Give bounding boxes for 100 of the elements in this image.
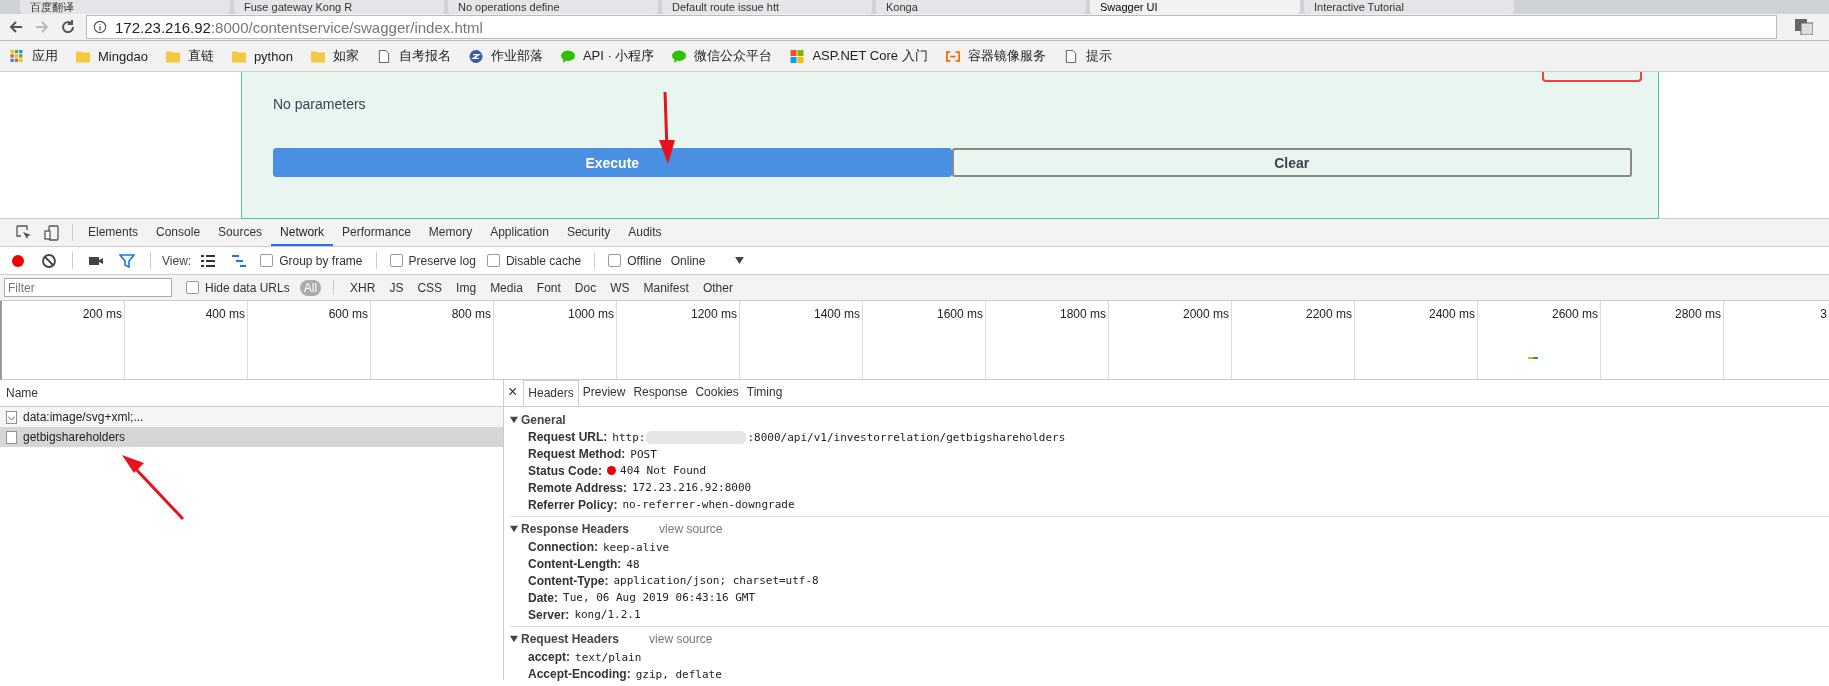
waterfall-view-icon[interactable] <box>231 252 248 269</box>
bookmark[interactable]: python <box>231 48 293 64</box>
devtools-tab[interactable]: Elements <box>79 219 148 246</box>
folder-icon <box>165 49 180 63</box>
timeline-tick: 2600 ms <box>1551 307 1598 321</box>
expand-triangle-icon[interactable] <box>510 415 518 424</box>
header-value: 404 Not Found <box>620 464 707 478</box>
filter-icon[interactable] <box>119 252 135 269</box>
header-value: keep-alive <box>603 540 670 554</box>
clear-icon[interactable] <box>41 252 57 269</box>
image-file-icon <box>6 410 17 424</box>
detail-tab[interactable]: Cookies <box>691 380 743 406</box>
list-view-icon[interactable] <box>200 252 217 269</box>
view-source-link[interactable]: view source <box>659 522 723 537</box>
bookmark[interactable]: 提示 <box>1063 47 1112 65</box>
section-title[interactable]: Response Headers <box>521 522 630 537</box>
bookmark[interactable]: ASP.NET Core 入门 <box>790 47 928 65</box>
header-name: Accept-Encoding: <box>528 667 631 682</box>
header-name: Request Method: <box>528 447 626 462</box>
bookmark[interactable]: 如家 <box>310 47 359 65</box>
header-name: Date: <box>528 590 558 605</box>
close-icon[interactable]: × <box>508 380 518 406</box>
devtools-tab[interactable]: Memory <box>419 219 482 246</box>
devtools-tab[interactable]: Console <box>147 219 210 246</box>
browser-tab[interactable]: 百度翻译 <box>20 0 230 14</box>
toolbar-checkbox[interactable]: Offline <box>608 253 662 268</box>
expand-triangle-icon[interactable] <box>510 635 518 644</box>
bookmark[interactable]: 应用 <box>10 47 58 65</box>
translate-icon[interactable] <box>1795 19 1813 35</box>
page-icon <box>376 49 391 63</box>
bookmark[interactable]: Mingdao <box>76 48 148 64</box>
throttle-dropdown[interactable]: Online <box>670 253 745 268</box>
inspect-icon[interactable] <box>16 224 32 241</box>
request-row[interactable]: data:image/svg+xml;... <box>0 407 503 427</box>
toolbar-checkbox[interactable]: Preserve log <box>389 253 476 268</box>
timeline-tick: 2000 ms <box>1182 307 1229 321</box>
header-name: Content-Length: <box>528 557 622 572</box>
browser-tab[interactable]: Fuse gateway Kong R <box>234 0 444 14</box>
devtools-tab[interactable]: Security <box>557 219 620 246</box>
browser-tab[interactable]: Swagger UI <box>1090 0 1300 14</box>
devtools-tab[interactable]: Network <box>271 219 334 246</box>
bookmark[interactable]: 直链 <box>165 47 214 65</box>
header-value: application/json; charset=utf-8 <box>613 574 819 588</box>
device-icon[interactable] <box>44 224 60 241</box>
timeline-tick: 1800 ms <box>1059 307 1106 321</box>
folder-icon <box>76 49 90 63</box>
detail-tab[interactable]: Response <box>629 380 692 406</box>
type-filter[interactable]: CSS <box>413 279 447 296</box>
type-filter[interactable]: XHR <box>346 279 380 296</box>
bookmark[interactable]: 微信公众平台 <box>672 47 773 65</box>
devtools-tab[interactable]: Application <box>481 219 558 246</box>
hide-data-urls-checkbox[interactable]: Hide data URLs <box>186 280 290 295</box>
info-icon[interactable] <box>93 20 107 34</box>
bookmark[interactable]: API · 小程序 <box>560 47 655 65</box>
browser-tab[interactable]: Konga <box>876 0 1086 14</box>
type-filter[interactable]: Media <box>486 279 527 296</box>
reload-icon[interactable] <box>60 19 76 35</box>
detail-tab[interactable]: Headers <box>523 380 579 406</box>
detail-tab[interactable]: Preview <box>578 380 630 406</box>
browser-tab[interactable]: No operations define <box>448 0 658 14</box>
header-value: 48 <box>626 557 640 571</box>
timeline-tick: 1400 ms <box>813 307 860 321</box>
header-name: Server: <box>528 607 570 622</box>
view-source-link[interactable]: view source <box>649 632 713 647</box>
detail-tab[interactable]: Timing <box>742 380 787 406</box>
header-value: text/plain <box>575 650 642 664</box>
bookmark[interactable]: 自考报名 <box>376 47 451 65</box>
toolbar-checkbox[interactable]: Group by frame <box>260 253 363 268</box>
devtools-tab[interactable]: Sources <box>209 219 272 246</box>
type-filter[interactable]: Doc <box>570 279 601 296</box>
expand-triangle-icon[interactable] <box>510 525 518 534</box>
site-logo-icon <box>468 49 483 63</box>
back-icon[interactable] <box>8 19 24 35</box>
section-title[interactable]: Request Headers <box>521 632 620 647</box>
timeline-tick: 3 <box>1820 307 1827 321</box>
clear-button[interactable]: Clear <box>951 148 1632 177</box>
timeline-tick: 400 ms <box>205 307 245 321</box>
type-filter[interactable]: JS <box>385 279 408 296</box>
browser-tab[interactable]: Default route issue htt <box>662 0 872 14</box>
timeline-tick: 2200 ms <box>1305 307 1352 321</box>
request-row[interactable]: getbigshareholders <box>0 427 503 447</box>
bookmark[interactable]: 容器镜像服务 <box>945 47 1046 65</box>
toolbar-checkbox[interactable]: Disable cache <box>486 253 582 268</box>
record-icon[interactable] <box>10 252 26 269</box>
timeline-tick: 200 ms <box>82 307 122 321</box>
section-title[interactable]: General <box>521 412 566 427</box>
filter-field[interactable]: Filter <box>4 278 172 297</box>
type-filter[interactable]: Other <box>698 279 737 296</box>
address-field[interactable]: 172.23.216.92:8000/contentservice/swagger/index.html <box>86 15 1777 39</box>
type-filter[interactable]: WS <box>606 279 634 296</box>
bookmark[interactable]: 作业部落 <box>468 47 543 65</box>
header-value: :8000/api/v1/investorrelation/getbigshareholders <box>747 430 1066 444</box>
type-filter[interactable]: Manifest <box>639 279 693 296</box>
devtools-tab[interactable]: Performance <box>333 219 420 246</box>
file-icon <box>6 430 17 444</box>
devtools-tab[interactable]: Audits <box>619 219 671 246</box>
browser-tab[interactable]: Interactive Tutorial <box>1304 0 1514 14</box>
type-filter[interactable]: Img <box>452 279 481 296</box>
type-filter[interactable]: Font <box>532 279 565 296</box>
header-name: Content-Type: <box>528 573 609 588</box>
